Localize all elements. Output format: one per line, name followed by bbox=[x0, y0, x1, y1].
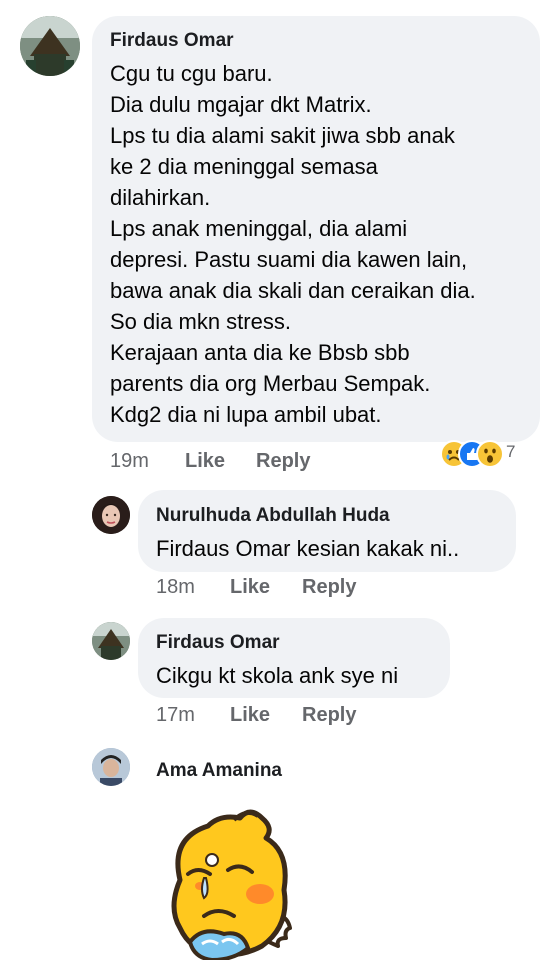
reaction-count: 7 bbox=[506, 442, 516, 461]
reply-button[interactable]: Reply bbox=[302, 704, 356, 727]
avatar-photo-icon bbox=[92, 622, 130, 660]
avatar-photo-icon bbox=[92, 496, 130, 534]
avatar[interactable] bbox=[92, 622, 130, 660]
like-button[interactable]: Like bbox=[230, 704, 270, 727]
comment-time[interactable]: 19m bbox=[110, 450, 149, 473]
reactions-summary[interactable]: 7 bbox=[440, 440, 530, 468]
comment-time[interactable]: 17m bbox=[156, 704, 195, 727]
avatar-photo-icon bbox=[92, 748, 130, 786]
comment-line: parents dia org Merbau Sempak. bbox=[110, 371, 431, 396]
reply-button[interactable]: Reply bbox=[302, 576, 356, 599]
wow-reaction-icon bbox=[476, 440, 504, 468]
comment-line: ke 2 dia meninggal semasa bbox=[110, 154, 378, 179]
like-button[interactable]: Like bbox=[230, 576, 270, 599]
comment-actions: 19m Like Reply bbox=[110, 450, 350, 476]
avatar[interactable] bbox=[92, 748, 130, 786]
comment-line: depresi. Pastu suami dia kawen lain, bbox=[110, 247, 468, 272]
comment-text: Firdaus Omar kesian kakak ni.. bbox=[156, 536, 460, 561]
comment-author[interactable]: Nurulhuda Abdullah Huda bbox=[156, 505, 390, 527]
comment-line: Dia dulu mgajar dkt Matrix. bbox=[110, 92, 372, 117]
comment-text: Cikgu kt skola ank sye ni bbox=[156, 663, 399, 688]
comment-author[interactable]: Firdaus Omar bbox=[110, 30, 234, 52]
comment-line: Kdg2 dia ni lupa ambil ubat. bbox=[110, 402, 382, 427]
comment-line: Cgu tu cgu baru. bbox=[110, 61, 273, 86]
comment-text: Cgu tu cgu baru. Dia dulu mgajar dkt Mat… bbox=[110, 58, 476, 430]
crying-chick-sticker-icon bbox=[171, 809, 292, 963]
comment-actions: 17m Like Reply bbox=[156, 704, 396, 730]
sticker[interactable] bbox=[150, 808, 320, 963]
comment-line: bawa anak dia skali dan ceraikan dia. bbox=[110, 278, 476, 303]
comment-line: dilahirkan. bbox=[110, 185, 211, 210]
avatar-photo-icon bbox=[20, 16, 80, 76]
reply-button[interactable]: Reply bbox=[256, 450, 310, 473]
comment-line: Kerajaan anta dia ke Bbsb sbb bbox=[110, 340, 410, 365]
comment-line: Lps anak meninggal, dia alami bbox=[110, 216, 408, 241]
like-button[interactable]: Like bbox=[185, 450, 225, 473]
comment-author[interactable]: Firdaus Omar bbox=[156, 632, 280, 654]
comment-line: Lps tu dia alami sakit jiwa sbb anak bbox=[110, 123, 455, 148]
comment-author[interactable]: Ama Amanina bbox=[156, 760, 282, 782]
comment-line: So dia mkn stress. bbox=[110, 309, 291, 334]
avatar[interactable] bbox=[92, 496, 130, 534]
avatar[interactable] bbox=[20, 16, 80, 76]
comment-time[interactable]: 18m bbox=[156, 576, 195, 599]
comment-actions: 18m Like Reply bbox=[156, 576, 396, 602]
